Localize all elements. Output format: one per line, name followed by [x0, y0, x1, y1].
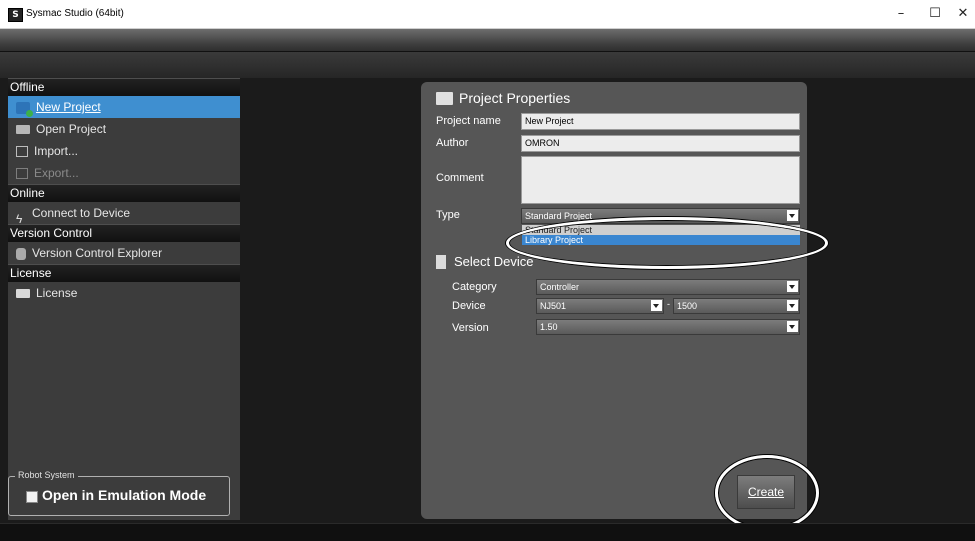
device-model-select[interactable]: 1500 [673, 298, 800, 314]
select-device-title: Select Device [454, 254, 534, 269]
type-label: Type [436, 209, 460, 221]
category-label: Category [452, 281, 497, 293]
type-dropdown-list: Standard Project Library Project [521, 224, 801, 246]
sidebar-item-label: Import... [34, 144, 79, 158]
title-bar: S Sysmac Studio (64bit) – ☐ ✕ [0, 0, 975, 29]
robot-system-group: Robot System Open in Emulation Mode [8, 470, 230, 516]
category-select-value: Controller [540, 282, 580, 292]
sidebar-item-version-control-explorer[interactable]: Version Control Explorer [8, 242, 240, 264]
emulation-mode-label[interactable]: Open in Emulation Mode [42, 487, 206, 503]
properties-icon [436, 92, 453, 105]
section-license: License [8, 264, 240, 282]
emulation-mode-checkbox[interactable] [26, 491, 38, 503]
sidebar-item-open-project[interactable]: Open Project [8, 118, 240, 140]
type-option-standard[interactable]: Standard Project [522, 225, 800, 235]
toolbar [0, 29, 975, 52]
start-sidebar: Offline New Project Open Project Import.… [8, 78, 240, 520]
type-select[interactable]: Standard Project [521, 208, 800, 224]
sidebar-item-label: License [36, 286, 78, 300]
window-title: Sysmac Studio (64bit) [26, 8, 124, 19]
project-name-input[interactable]: New Project [521, 113, 800, 130]
bolt-icon: ϟ [16, 211, 23, 226]
maximize-button[interactable]: ☐ [925, 5, 945, 23]
type-option-library[interactable]: Library Project [522, 235, 800, 245]
chevron-down-icon [787, 210, 798, 221]
sidebar-item-new-project[interactable]: New Project [8, 96, 240, 118]
sidebar-item-connect-to-device[interactable]: ϟ Connect to Device [8, 202, 240, 226]
chevron-down-icon [787, 321, 798, 332]
sidebar-item-label: Connect to Device [32, 206, 131, 220]
device-model-value: 1500 [677, 301, 698, 311]
sidebar-item-label: Open Project [36, 122, 107, 136]
section-online: Online [8, 184, 240, 202]
import-icon [16, 146, 28, 158]
sidebar-item-export: Export... [8, 162, 240, 184]
chevron-down-icon [787, 281, 798, 292]
export-icon [16, 168, 28, 180]
device-select[interactable]: NJ501 [536, 298, 664, 314]
sidebar-item-label: New Project [36, 100, 101, 114]
version-select[interactable]: 1.50 [536, 319, 800, 335]
close-button[interactable]: ✕ [953, 5, 973, 23]
robot-system-legend: Robot System [15, 470, 78, 480]
device-select-value: NJ501 [540, 301, 567, 311]
project-name-label: Project name [436, 115, 501, 127]
author-input[interactable]: OMRON [521, 135, 800, 152]
chevron-down-icon [787, 300, 798, 311]
panel-title: Project Properties [436, 90, 570, 106]
sidebar-item-label: Version Control Explorer [32, 246, 163, 260]
sidebar-item-import[interactable]: Import... [8, 140, 240, 162]
minimize-button[interactable]: – [891, 5, 911, 23]
comment-textarea[interactable] [521, 156, 800, 204]
license-icon [16, 289, 30, 299]
select-device-heading: Select Device [436, 254, 533, 269]
create-button[interactable]: Create [737, 475, 795, 509]
folder-icon [16, 125, 30, 135]
device-label: Device [452, 300, 486, 312]
version-label: Version [452, 322, 489, 334]
panel-title-text: Project Properties [459, 90, 571, 106]
version-select-value: 1.50 [540, 322, 558, 332]
device-separator: - [667, 299, 670, 309]
create-button-label: Create [747, 485, 785, 499]
new-project-icon [16, 101, 33, 117]
chevron-down-icon [651, 300, 662, 311]
type-select-value: Standard Project [525, 211, 593, 221]
author-label: Author [436, 137, 469, 149]
comment-label: Comment [436, 172, 484, 184]
category-select[interactable]: Controller [536, 279, 800, 295]
version-control-icon [16, 247, 26, 260]
sidebar-item-label: Export... [34, 166, 79, 180]
toolbar-secondary [0, 52, 975, 78]
status-bar [0, 523, 975, 541]
section-version-control: Version Control [8, 224, 240, 242]
section-offline: Offline [8, 78, 240, 96]
sidebar-item-license[interactable]: License [8, 282, 240, 304]
app-logo-icon: S [8, 8, 23, 22]
device-icon [436, 255, 446, 269]
